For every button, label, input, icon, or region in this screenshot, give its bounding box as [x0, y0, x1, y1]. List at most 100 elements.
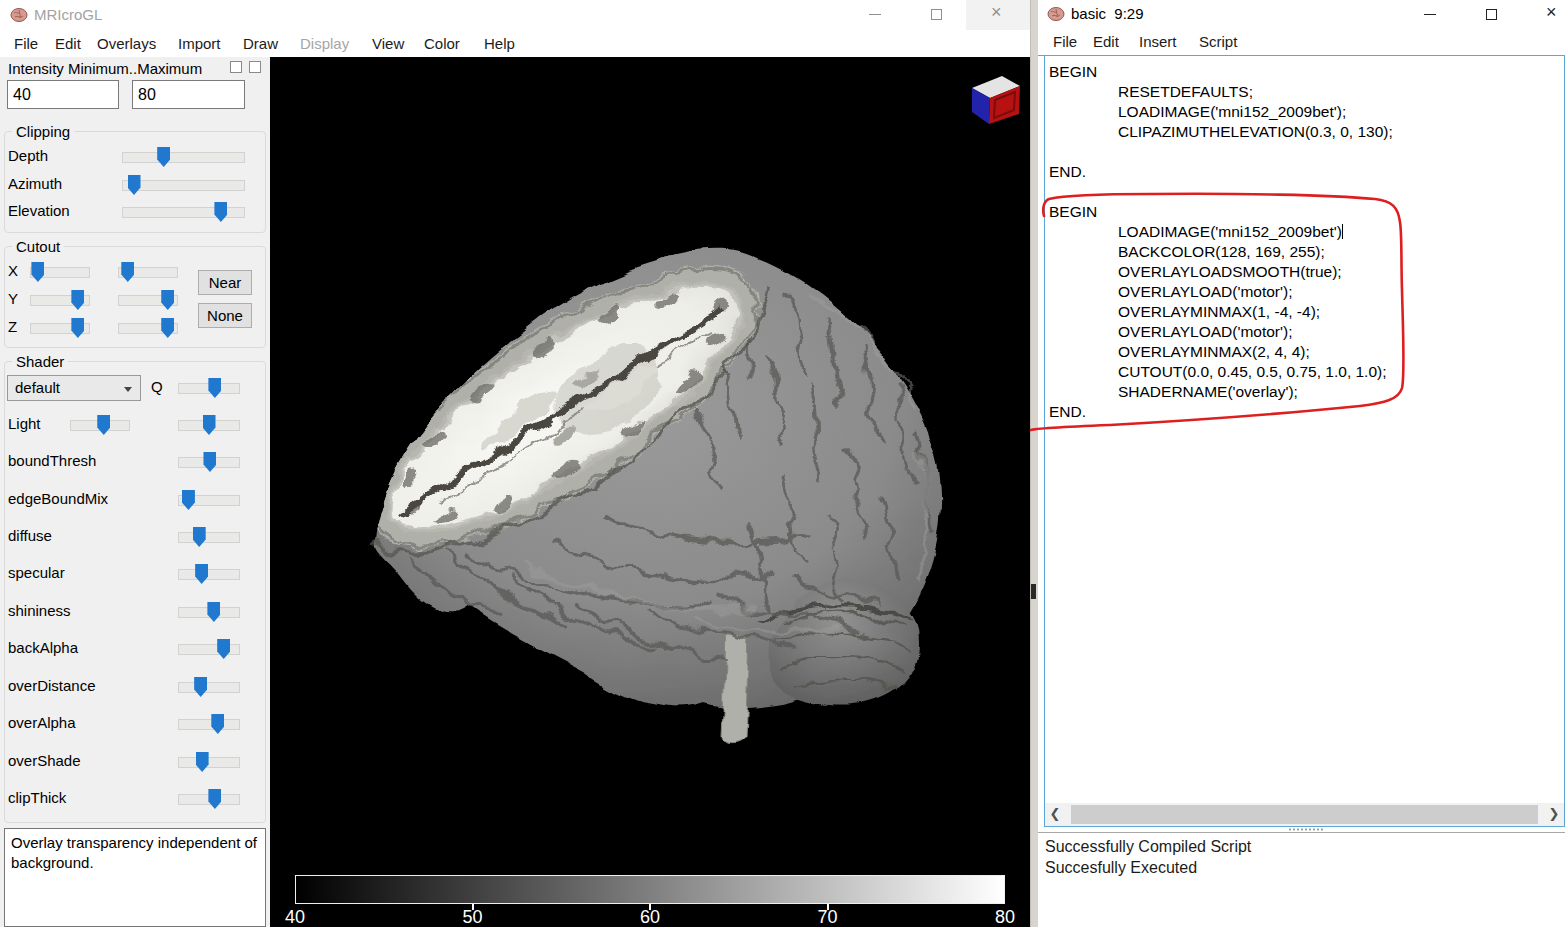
- menu-item-insert[interactable]: Insert: [1139, 28, 1177, 55]
- close-icon: ×: [1546, 2, 1557, 23]
- orientation-cube[interactable]: [962, 68, 1026, 132]
- intensity-max-input[interactable]: [132, 80, 245, 109]
- script-line: CUTOUT(0.0, 0.45, 0.5, 0.75, 1.0, 1.0);: [1045, 362, 1564, 382]
- slider-label-light: Light: [8, 415, 41, 432]
- slider-label-q: Q: [151, 378, 163, 395]
- colorbar-tick-label: 50: [462, 907, 482, 927]
- slider-label-overAlpha: overAlpha: [8, 714, 76, 731]
- intensity-checkbox-1[interactable]: [230, 61, 242, 73]
- splitter-handle[interactable]: [1288, 828, 1324, 831]
- brain-render: [270, 57, 1030, 927]
- shader-dropdown-value: default: [15, 379, 60, 396]
- slider-label-azimuth: Azimuth: [8, 175, 62, 192]
- menu-item-edit[interactable]: Edit: [55, 30, 81, 57]
- shader-dropdown[interactable]: default: [7, 375, 141, 401]
- menu-item-view[interactable]: View: [372, 30, 404, 57]
- slider-label-overDistance: overDistance: [8, 677, 96, 694]
- scroll-left-icon[interactable]: ❮: [1045, 803, 1065, 826]
- script-line: CLIPAZIMUTHELEVATION(0.3, 0, 130);: [1045, 122, 1564, 142]
- menu-item-file[interactable]: File: [14, 30, 38, 57]
- colorbar-tick-label: 60: [640, 907, 660, 927]
- menu-item-draw[interactable]: Draw: [243, 30, 278, 57]
- mricrogl-window: MRIcroGL × File Edit Overlays Import Draw Dis…: [0, 0, 1030, 927]
- slider-label-specular: specular: [8, 564, 65, 581]
- status-panel: Successfully Compiled Script Succesfully…: [1038, 832, 1565, 927]
- intensity-checkbox-2[interactable]: [249, 61, 261, 73]
- script-line: OVERLAYMINMAX(2, 4, 4);: [1045, 342, 1564, 362]
- slider-diffuse-track[interactable]: [178, 532, 240, 543]
- titlebar: basic 9:29 ×: [1038, 0, 1565, 28]
- slider-label-backAlpha: backAlpha: [8, 639, 78, 656]
- titlebar: MRIcroGL ×: [0, 0, 1030, 30]
- near-button[interactable]: Near: [198, 270, 252, 295]
- window-title: basic 9:29: [1071, 5, 1144, 22]
- slider-overDistance-track[interactable]: [178, 682, 240, 693]
- text-cursor: [1342, 224, 1344, 239]
- minimize-button[interactable]: [844, 0, 906, 30]
- slider-specular-track[interactable]: [178, 569, 240, 580]
- menu-item-edit[interactable]: Edit: [1093, 28, 1119, 55]
- slider-backAlpha-track[interactable]: [178, 644, 240, 655]
- slider-label-edgeBoundMix: edgeBoundMix: [8, 490, 108, 507]
- shader-group-label: Shader: [12, 353, 68, 370]
- none-button[interactable]: None: [198, 303, 252, 328]
- menubar: File Edit Overlays Import Draw Display View Col…: [0, 30, 1030, 57]
- menu-item-display[interactable]: Display: [300, 30, 349, 57]
- slider-label-cutout-z: Z: [8, 318, 17, 335]
- horizontal-scrollbar[interactable]: ❮ ❯: [1045, 803, 1564, 826]
- minimize-icon: [869, 14, 881, 15]
- desktop: MRIcroGL × File Edit Overlays Import Draw Dis…: [0, 0, 1565, 927]
- script-line: LOADIMAGE('mni152_2009bet');: [1045, 102, 1564, 122]
- menu-item-color[interactable]: Color: [424, 30, 460, 57]
- close-icon: ×: [991, 2, 1002, 23]
- menu-item-script[interactable]: Script: [1199, 28, 1237, 55]
- menubar: File Edit Insert Script: [1038, 28, 1565, 55]
- script-line: BACKCOLOR(128, 169, 255);: [1045, 242, 1564, 262]
- script-line: [1045, 142, 1564, 162]
- slider-label-diffuse: diffuse: [8, 527, 52, 544]
- window-edge-artifact: [1031, 584, 1036, 599]
- script-line: END.: [1045, 402, 1564, 422]
- slider-label-shininess: shininess: [8, 602, 71, 619]
- control-panel: Intensity Minimum..Maximum Clipping Cuto…: [0, 57, 270, 927]
- maximize-button[interactable]: [1461, 0, 1523, 30]
- script-editor[interactable]: BEGINRESETDEFAULTS;LOADIMAGE('mni152_200…: [1044, 55, 1565, 827]
- script-line: BEGIN: [1045, 62, 1564, 82]
- script-line: OVERLAYLOAD('motor');: [1045, 322, 1564, 342]
- window-title: MRIcroGL: [34, 6, 102, 23]
- cutout-group-label: Cutout: [12, 238, 64, 255]
- status-line: Succesfully Executed: [1045, 857, 1558, 878]
- script-line: SHADERNAME('overlay');: [1045, 382, 1564, 402]
- scroll-right-icon[interactable]: ❯: [1544, 803, 1564, 826]
- script-window: basic 9:29 × File Edit Insert Script BEGINR…: [1038, 0, 1565, 927]
- close-button[interactable]: ×: [968, 0, 1030, 30]
- slider-overAlpha-track[interactable]: [178, 719, 240, 730]
- script-line: [1045, 182, 1564, 202]
- maximize-icon: [931, 9, 942, 20]
- scrollbar-thumb[interactable]: [1071, 805, 1538, 824]
- brain-icon: [10, 6, 28, 24]
- intensity-label: Intensity Minimum..Maximum: [8, 60, 202, 77]
- script-line: OVERLAYLOAD('motor');: [1045, 282, 1564, 302]
- script-line: OVERLAYLOADSMOOTH(true);: [1045, 262, 1564, 282]
- intensity-min-input[interactable]: [7, 80, 119, 109]
- slider-label-cutout-y: Y: [8, 290, 18, 307]
- render-viewport[interactable]: 4050607080: [270, 57, 1030, 927]
- menu-item-import[interactable]: Import: [178, 30, 221, 57]
- slider-overShade-track[interactable]: [178, 757, 240, 768]
- status-line: Successfully Compiled Script: [1045, 836, 1558, 857]
- slider-label-cutout-x: X: [8, 262, 18, 279]
- chevron-down-icon: [124, 387, 132, 392]
- clipping-group-label: Clipping: [12, 123, 74, 140]
- maximize-button[interactable]: [906, 0, 968, 30]
- slider-depth-track[interactable]: [122, 152, 245, 163]
- script-line: RESETDEFAULTS;: [1045, 82, 1564, 102]
- slider-label-elevation: Elevation: [8, 202, 70, 219]
- menu-item-overlays[interactable]: Overlays: [97, 30, 156, 57]
- menu-item-help[interactable]: Help: [484, 30, 515, 57]
- menu-item-file[interactable]: File: [1053, 28, 1077, 55]
- colorbar-tick-label: 70: [817, 907, 837, 927]
- close-button[interactable]: ×: [1523, 0, 1565, 30]
- intensity-colorbar: [295, 875, 1005, 904]
- minimize-button[interactable]: [1399, 0, 1461, 30]
